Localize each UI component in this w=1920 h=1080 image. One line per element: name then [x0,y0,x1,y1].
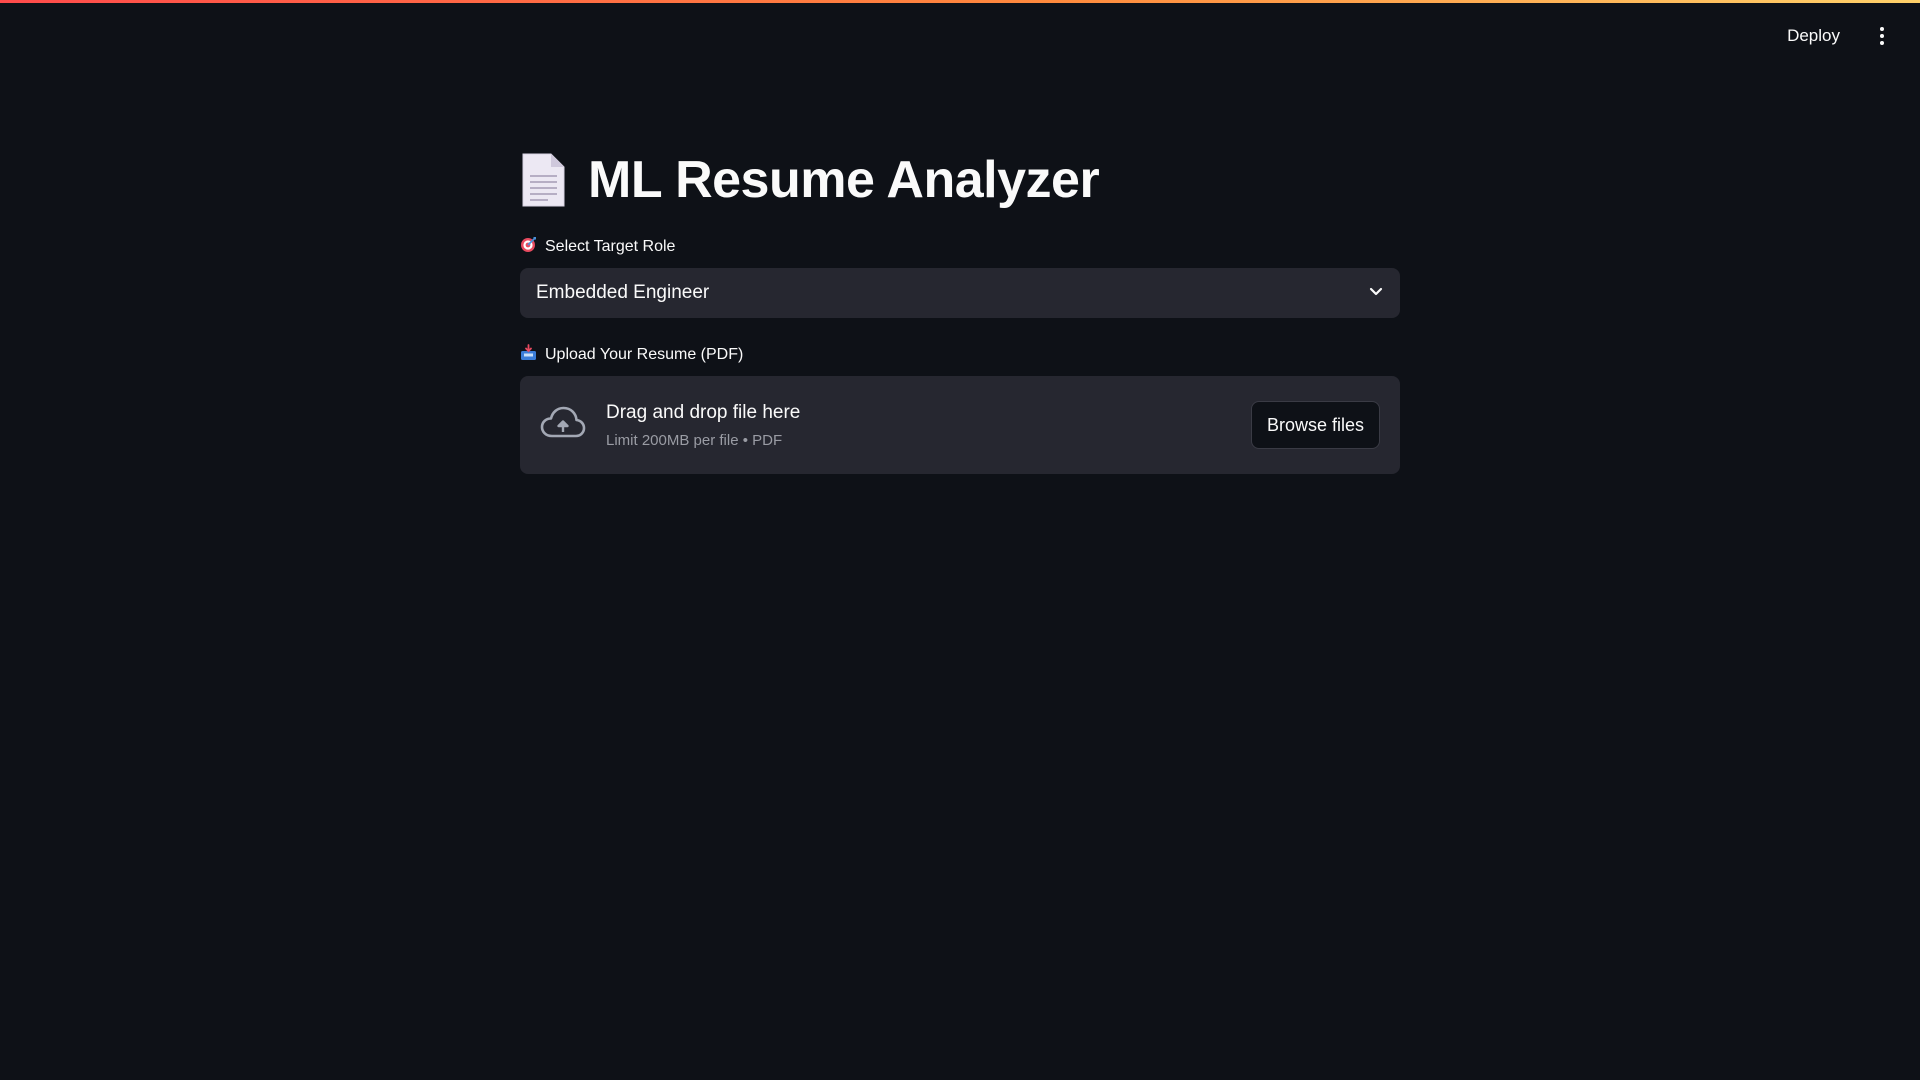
top-decoration-bar [0,0,1920,3]
dropzone-instructions: Drag and drop file here Limit 200MB per … [606,402,1251,449]
file-limit-text: Limit 200MB per file • PDF [606,431,783,449]
title-row: ML Resume Analyzer [520,140,1400,220]
target-dart-icon [520,236,537,258]
chevron-down-icon[interactable] [1368,283,1384,304]
deploy-button[interactable]: Deploy [1777,18,1850,54]
drag-drop-text: Drag and drop file here [606,401,801,423]
app-header: Deploy [1777,18,1892,54]
selected-role-value: Embedded Engineer [536,282,710,303]
vertical-dots-icon[interactable] [1872,21,1892,51]
role-select-label-text: Select Target Role [545,238,676,255]
upload-label-text: Upload Your Resume (PDF) [545,346,744,363]
cloud-upload-icon [540,405,586,446]
main-content: ML Resume Analyzer Select Target Role Em… [520,140,1400,474]
inbox-tray-icon [520,344,537,366]
role-select-label: Select Target Role [520,236,1400,258]
target-role-select[interactable]: Embedded Engineer [520,268,1400,318]
page-document-icon [520,152,566,208]
file-dropzone[interactable]: Drag and drop file here Limit 200MB per … [520,376,1400,474]
page-title: ML Resume Analyzer [588,151,1100,209]
upload-label: Upload Your Resume (PDF) [520,344,1400,366]
browse-files-button[interactable]: Browse files [1250,401,1380,449]
